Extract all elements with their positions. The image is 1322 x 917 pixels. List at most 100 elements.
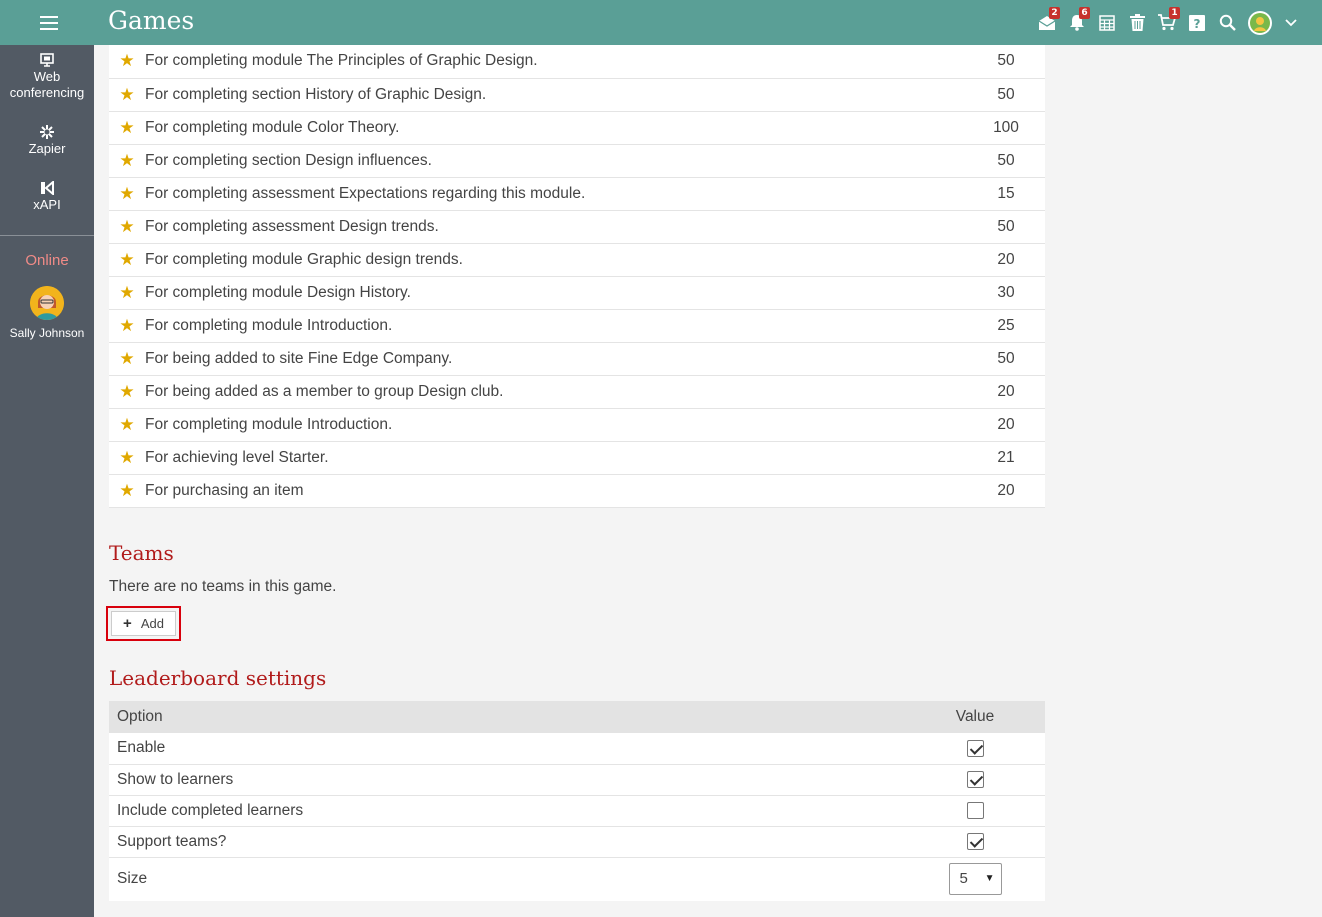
dropdown-caret-icon: ▼ <box>984 873 995 885</box>
sidebar-divider <box>0 235 94 236</box>
star-icon: ★ <box>109 276 145 310</box>
star-icon: ★ <box>109 342 145 376</box>
sidebar-item-label: Web <box>33 69 61 84</box>
notifications-icon[interactable]: 6 <box>1062 0 1092 45</box>
option-checkbox[interactable] <box>966 801 984 819</box>
table-row: ★ For completing module The Principles of… <box>109 45 1045 79</box>
points-description: For completing section Design influences… <box>145 144 975 178</box>
cart-icon[interactable]: 1 <box>1152 0 1182 45</box>
top-bar: Games 2 6 1 ? <box>0 0 1322 45</box>
option-label: Include completed learners <box>109 795 905 827</box>
points-description: For completing module Introduction. <box>145 408 975 442</box>
star-icon: ★ <box>109 309 145 343</box>
plus-icon: + <box>123 615 132 632</box>
online-label: Online <box>25 252 69 269</box>
table-row: ★ For completing module Design History. 30 <box>109 276 1045 310</box>
points-value: 25 <box>975 309 1045 343</box>
table-row: ★ For completing section Design influence… <box>109 144 1045 178</box>
size-label: Size <box>117 870 148 888</box>
sidebar-item-web-conferencing[interactable]: Web conferencing <box>0 53 94 101</box>
add-team-button[interactable]: + Add <box>106 606 181 641</box>
star-icon: ★ <box>109 474 145 508</box>
option-checkbox[interactable] <box>966 739 984 757</box>
messages-icon[interactable]: 2 <box>1032 0 1062 45</box>
table-row: ★ For completing module Graphic design tr… <box>109 243 1045 277</box>
table-row: Include completed learners <box>109 795 1045 827</box>
points-description: For completing module The Principles of … <box>145 45 975 79</box>
points-description: For purchasing an item <box>145 474 975 508</box>
points-description: For completing assessment Design trends. <box>145 210 975 244</box>
column-header-option: Option <box>109 701 905 733</box>
leaderboard-settings-title: Leaderboard settings <box>109 666 327 690</box>
points-table: ★ For completing module The Principles of… <box>109 45 1045 508</box>
points-value: 50 <box>975 144 1045 178</box>
cart-badge: 1 <box>1169 7 1180 19</box>
size-select[interactable]: 5 ▼ <box>948 863 1002 896</box>
table-row: ★ For purchasing an item 20 <box>109 474 1045 508</box>
option-label: Enable <box>109 733 905 765</box>
avatar <box>30 286 64 320</box>
points-value: 20 <box>975 408 1045 442</box>
help-icon[interactable]: ? <box>1182 0 1212 45</box>
trash-icon[interactable] <box>1122 0 1152 45</box>
top-toolbar: 2 6 1 ? <box>1032 0 1304 45</box>
star-icon: ★ <box>109 441 145 475</box>
points-description: For completing module Graphic design tre… <box>145 243 975 277</box>
column-header-value: Value <box>905 701 1045 733</box>
points-value: 50 <box>975 210 1045 244</box>
points-description: For being added to site Fine Edge Compan… <box>145 342 975 376</box>
xapi-icon <box>41 181 54 195</box>
teams-title: Teams <box>109 541 174 565</box>
points-value: 50 <box>975 78 1045 112</box>
table-row: ★ For completing module Introduction. 20 <box>109 408 1045 442</box>
online-user-name: Sally Johnson <box>9 326 85 340</box>
points-value: 20 <box>975 375 1045 409</box>
table-row: ★ For completing section History of Graph… <box>109 78 1045 112</box>
online-user[interactable]: Sally Johnson <box>0 286 94 340</box>
svg-text:?: ? <box>1194 17 1201 31</box>
points-description: For completing module Introduction. <box>145 309 975 343</box>
search-icon[interactable] <box>1212 0 1242 45</box>
points-value: 15 <box>975 177 1045 211</box>
table-row: ★ For completing module Introduction. 25 <box>109 309 1045 343</box>
table-row: Support teams? <box>109 826 1045 858</box>
monitor-icon <box>40 53 54 67</box>
star-icon: ★ <box>109 243 145 277</box>
sidebar-item-label: Zapier <box>28 141 66 156</box>
table-row: ★ For being added to site Fine Edge Compa… <box>109 342 1045 376</box>
asterisk-icon <box>40 125 54 139</box>
chevron-down-icon[interactable] <box>1278 0 1304 45</box>
page-title: Games <box>108 6 195 35</box>
option-checkbox[interactable] <box>966 770 984 788</box>
points-value: 20 <box>975 243 1045 277</box>
star-icon: ★ <box>109 375 145 409</box>
points-value: 20 <box>975 474 1045 508</box>
user-avatar-icon[interactable] <box>1242 0 1278 45</box>
star-icon: ★ <box>109 78 145 112</box>
star-icon: ★ <box>109 210 145 244</box>
points-value: 50 <box>975 45 1045 79</box>
sidebar-item-label: xAPI <box>33 197 61 212</box>
notifications-badge: 6 <box>1079 7 1090 19</box>
table-row: Show to learners <box>109 764 1045 796</box>
size-select-value: 5 <box>959 870 968 888</box>
points-value: 100 <box>975 111 1045 145</box>
messages-badge: 2 <box>1049 7 1060 19</box>
calendar-icon[interactable] <box>1092 0 1122 45</box>
sidebar-item-xapi[interactable]: xAPI <box>0 181 94 213</box>
table-row: ★ For being added as a member to group De… <box>109 375 1045 409</box>
points-description: For being added as a member to group Des… <box>145 375 975 409</box>
points-description: For achieving level Starter. <box>145 441 975 475</box>
add-button-label: Add <box>140 616 164 631</box>
option-label: Show to learners <box>109 764 905 796</box>
option-label: Support teams? <box>109 826 905 858</box>
star-icon: ★ <box>109 45 145 79</box>
points-value: 30 <box>975 276 1045 310</box>
hamburger-menu-icon[interactable] <box>26 10 72 36</box>
points-description: For completing module Color Theory. <box>145 111 975 145</box>
star-icon: ★ <box>109 177 145 211</box>
sidebar-item-zapier[interactable]: Zapier <box>0 125 94 157</box>
table-row: Size 5 ▼ <box>109 857 1045 901</box>
table-row: ★ For achieving level Starter. 21 <box>109 441 1045 475</box>
option-checkbox[interactable] <box>966 832 984 850</box>
